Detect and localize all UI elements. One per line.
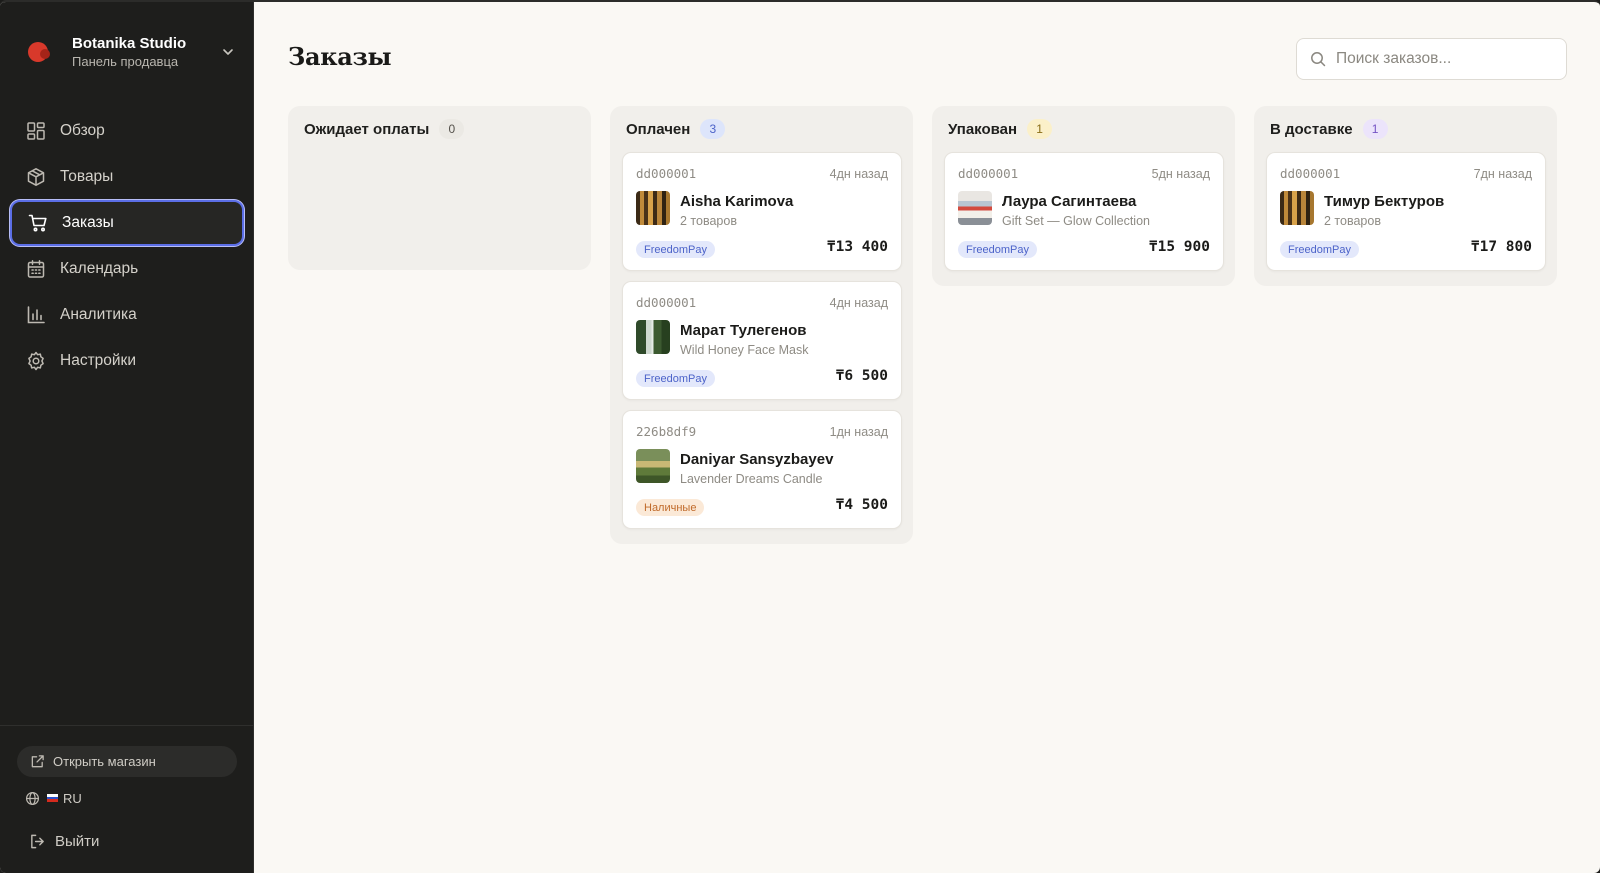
column-title: Оплачен xyxy=(626,120,691,138)
grid-icon xyxy=(26,121,46,141)
sidebar-item-label: Товары xyxy=(60,168,114,185)
order-id: dd000001 xyxy=(636,295,697,310)
payment-badge: FreedomPay xyxy=(636,370,715,387)
product-thumbnail xyxy=(958,191,992,225)
order-id: dd000001 xyxy=(636,166,697,181)
sidebar-item-label: Календарь xyxy=(60,260,139,277)
column-count-badge: 3 xyxy=(700,119,726,139)
sidebar-item-overview[interactable]: Обзор xyxy=(10,108,244,154)
order-items: 2 товаров xyxy=(680,214,737,228)
order-total: ₸6 500 xyxy=(835,368,888,384)
language-label: RU xyxy=(63,790,82,806)
order-time: 4дн назад xyxy=(829,167,888,181)
app-window: Botanika Studio Панель продавца Обзор То… xyxy=(0,0,1600,873)
customer-name: Лаура Сагинтаева xyxy=(1002,193,1137,210)
box-icon xyxy=(26,167,46,187)
search-icon xyxy=(1310,51,1326,67)
product-thumbnail xyxy=(636,191,670,225)
logout-icon xyxy=(29,833,46,850)
order-id: dd000001 xyxy=(958,166,1019,181)
order-id: dd000001 xyxy=(1280,166,1341,181)
sidebar-item-orders[interactable]: Заказы xyxy=(10,200,244,246)
main-content: Заказы Ожидает оплаты 0 Оплачен 3 dd0000… xyxy=(254,2,1600,873)
logout-button[interactable]: Выйти xyxy=(29,830,99,852)
payment-badge: FreedomPay xyxy=(958,241,1037,258)
product-thumbnail xyxy=(1280,191,1314,225)
search-box[interactable] xyxy=(1296,38,1567,80)
sidebar-item-label: Обзор xyxy=(60,122,105,139)
product-thumbnail xyxy=(636,449,670,483)
globe-icon xyxy=(25,791,40,806)
column-title: В доставке xyxy=(1270,120,1353,138)
customer-name: Aisha Karimova xyxy=(680,193,794,210)
payment-badge: Наличные xyxy=(636,499,705,516)
kanban-column-pending: Ожидает оплаты 0 xyxy=(288,106,591,270)
chevron-down-icon[interactable] xyxy=(220,44,236,60)
order-card[interactable]: dd000001 4дн назад Aisha Karimova 2 това… xyxy=(622,152,902,271)
russia-flag-icon xyxy=(47,794,58,803)
column-count-badge: 1 xyxy=(1362,119,1388,139)
column-count-badge: 1 xyxy=(1027,119,1053,139)
sidebar-item-products[interactable]: Товары xyxy=(10,154,244,200)
order-card[interactable]: dd000001 7дн назад Тимур Бектуров 2 това… xyxy=(1266,152,1546,271)
payment-badge: FreedomPay xyxy=(1280,241,1359,258)
column-title: Упакован xyxy=(948,120,1018,138)
language-switcher[interactable]: RU xyxy=(25,788,82,808)
sidebar-item-calendar[interactable]: Календарь xyxy=(10,246,244,292)
sidebar: Botanika Studio Панель продавца Обзор То… xyxy=(0,2,254,873)
order-time: 7дн назад xyxy=(1473,167,1532,181)
column-title: Ожидает оплаты xyxy=(304,120,430,138)
order-card[interactable]: dd000001 5дн назад Лаура Сагинтаева Gift… xyxy=(944,152,1224,271)
sidebar-item-label: Настройки xyxy=(60,352,137,369)
logout-label: Выйти xyxy=(55,832,100,850)
order-total: ₸13 400 xyxy=(826,239,888,255)
store-subtitle: Панель продавца xyxy=(72,53,179,69)
sidebar-item-settings[interactable]: Настройки xyxy=(10,338,244,384)
order-items: Wild Honey Face Mask xyxy=(680,343,809,357)
sidebar-item-label: Аналитика xyxy=(60,306,137,323)
sidebar-item-analytics[interactable]: Аналитика xyxy=(10,292,244,338)
order-items: Gift Set — Glow Collection xyxy=(1002,214,1150,228)
sidebar-item-label: Заказы xyxy=(62,214,114,231)
sidebar-nav: Обзор Товары Заказы Календарь Аналитика … xyxy=(10,108,244,384)
order-time: 4дн назад xyxy=(829,296,888,310)
order-total: ₸17 800 xyxy=(1470,239,1532,255)
column-count-badge: 0 xyxy=(439,119,465,139)
open-shop-button[interactable]: Открыть магазин xyxy=(17,746,237,777)
order-total: ₸4 500 xyxy=(835,497,888,513)
order-items: Lavender Dreams Candle xyxy=(680,472,823,486)
customer-name: Марат Тулегенов xyxy=(680,322,807,339)
calendar-icon xyxy=(26,259,46,279)
cart-icon xyxy=(28,213,48,233)
page-title: Заказы xyxy=(288,42,392,71)
sidebar-footer: Открыть магазин RU Выйти xyxy=(0,725,254,873)
bar-chart-icon xyxy=(26,305,46,325)
kanban-column-packed: Упакован 1 dd000001 5дн назад Лаура Саги… xyxy=(932,106,1235,286)
gear-icon xyxy=(26,351,46,371)
order-items: 2 товаров xyxy=(1324,214,1381,228)
order-time: 5дн назад xyxy=(1151,167,1210,181)
brand-logo xyxy=(26,40,58,64)
order-id: 226b8df9 xyxy=(636,424,697,439)
order-card[interactable]: dd000001 4дн назад Марат Тулегенов Wild … xyxy=(622,281,902,400)
store-switcher[interactable]: Botanika Studio Панель продавца xyxy=(26,30,236,74)
order-card[interactable]: 226b8df9 1дн назад Daniyar Sansyzbayev L… xyxy=(622,410,902,529)
product-thumbnail xyxy=(636,320,670,354)
search-input[interactable] xyxy=(1336,50,1556,68)
customer-name: Daniyar Sansyzbayev xyxy=(680,451,834,468)
kanban-column-paid: Оплачен 3 dd000001 4дн назад Aisha Karim… xyxy=(610,106,913,544)
open-shop-label: Открыть магазин xyxy=(53,754,156,769)
external-link-icon xyxy=(30,754,45,769)
order-total: ₸15 900 xyxy=(1148,239,1210,255)
store-name: Botanika Studio xyxy=(72,34,187,52)
customer-name: Тимур Бектуров xyxy=(1324,193,1445,210)
order-time: 1дн назад xyxy=(829,425,888,439)
kanban-column-delivery: В доставке 1 dd000001 7дн назад Тимур Бе… xyxy=(1254,106,1557,286)
payment-badge: FreedomPay xyxy=(636,241,715,258)
